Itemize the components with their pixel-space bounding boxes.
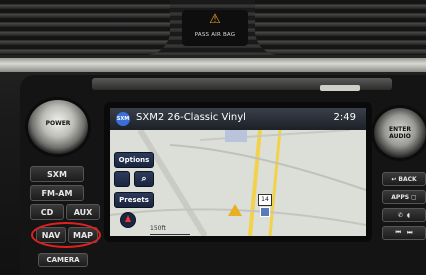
scale-bar (150, 234, 190, 235)
voice-icon: ◖ (406, 211, 411, 219)
highlight-circle (31, 222, 101, 248)
compass-icon[interactable] (120, 212, 136, 228)
previous-track-icon: ⏮ (395, 229, 401, 236)
navigation-display: SXM SXM2 26-Classic Vinyl 2:49 Options ⌕… (110, 108, 366, 236)
back-arrow-icon: ↩ (391, 175, 397, 183)
options-button[interactable]: Options (114, 152, 154, 168)
vehicle-arrow-icon (228, 204, 242, 216)
presets-button[interactable]: Presets (114, 192, 154, 208)
route-shield: 14 (258, 194, 272, 206)
apps-label: APPS (391, 193, 410, 201)
poi-marker-icon (260, 207, 270, 217)
magnifier-icon[interactable]: ⌕ (134, 171, 154, 187)
audio-status-bar: SXM SXM2 26-Classic Vinyl 2:49 (110, 108, 366, 130)
aux-button[interactable]: AUX (66, 204, 100, 220)
track-skip-button[interactable]: ⏮ ⏭ (382, 226, 426, 240)
back-button[interactable]: ↩ BACK (382, 172, 426, 186)
enter-audio-label: ENTER AUDIO (389, 126, 411, 140)
car-dashboard-photo: ⚠ PASS AIR BAG POWER SXM FM-AM CD AUX NA… (0, 0, 426, 275)
airbag-indicator: ⚠ PASS AIR BAG (182, 10, 248, 46)
airbag-label: PASS AIR BAG (194, 32, 236, 38)
phone-voice-button[interactable]: ✆ ◖ (382, 208, 426, 222)
panel-badge (320, 85, 360, 91)
sxm-logo-icon: SXM (116, 112, 130, 126)
apps-icon: ▢ (411, 193, 417, 201)
back-label: BACK (398, 175, 417, 183)
camera-button[interactable]: CAMERA (38, 253, 88, 267)
sxm-button[interactable]: SXM (30, 166, 84, 182)
phone-icon: ✆ (397, 211, 403, 219)
next-track-icon: ⏭ (407, 229, 413, 236)
clock: 2:49 (333, 112, 356, 123)
blank-screen-button[interactable] (114, 171, 130, 187)
apps-button[interactable]: APPS ▢ (382, 190, 426, 204)
left-air-vent (0, 0, 170, 55)
power-knob[interactable]: POWER (28, 100, 88, 154)
cd-button[interactable]: CD (30, 204, 64, 220)
enter-audio-knob[interactable]: ENTER AUDIO (374, 108, 426, 158)
silver-trim (0, 58, 426, 72)
fm-am-button[interactable]: FM-AM (30, 185, 84, 201)
right-air-vent (255, 0, 426, 55)
airbag-warning-icon: ⚠ (209, 12, 221, 27)
power-label: POWER (45, 120, 71, 127)
station-name: SXM2 26-Classic Vinyl (136, 112, 246, 123)
map-scale: 150ft (150, 225, 166, 232)
